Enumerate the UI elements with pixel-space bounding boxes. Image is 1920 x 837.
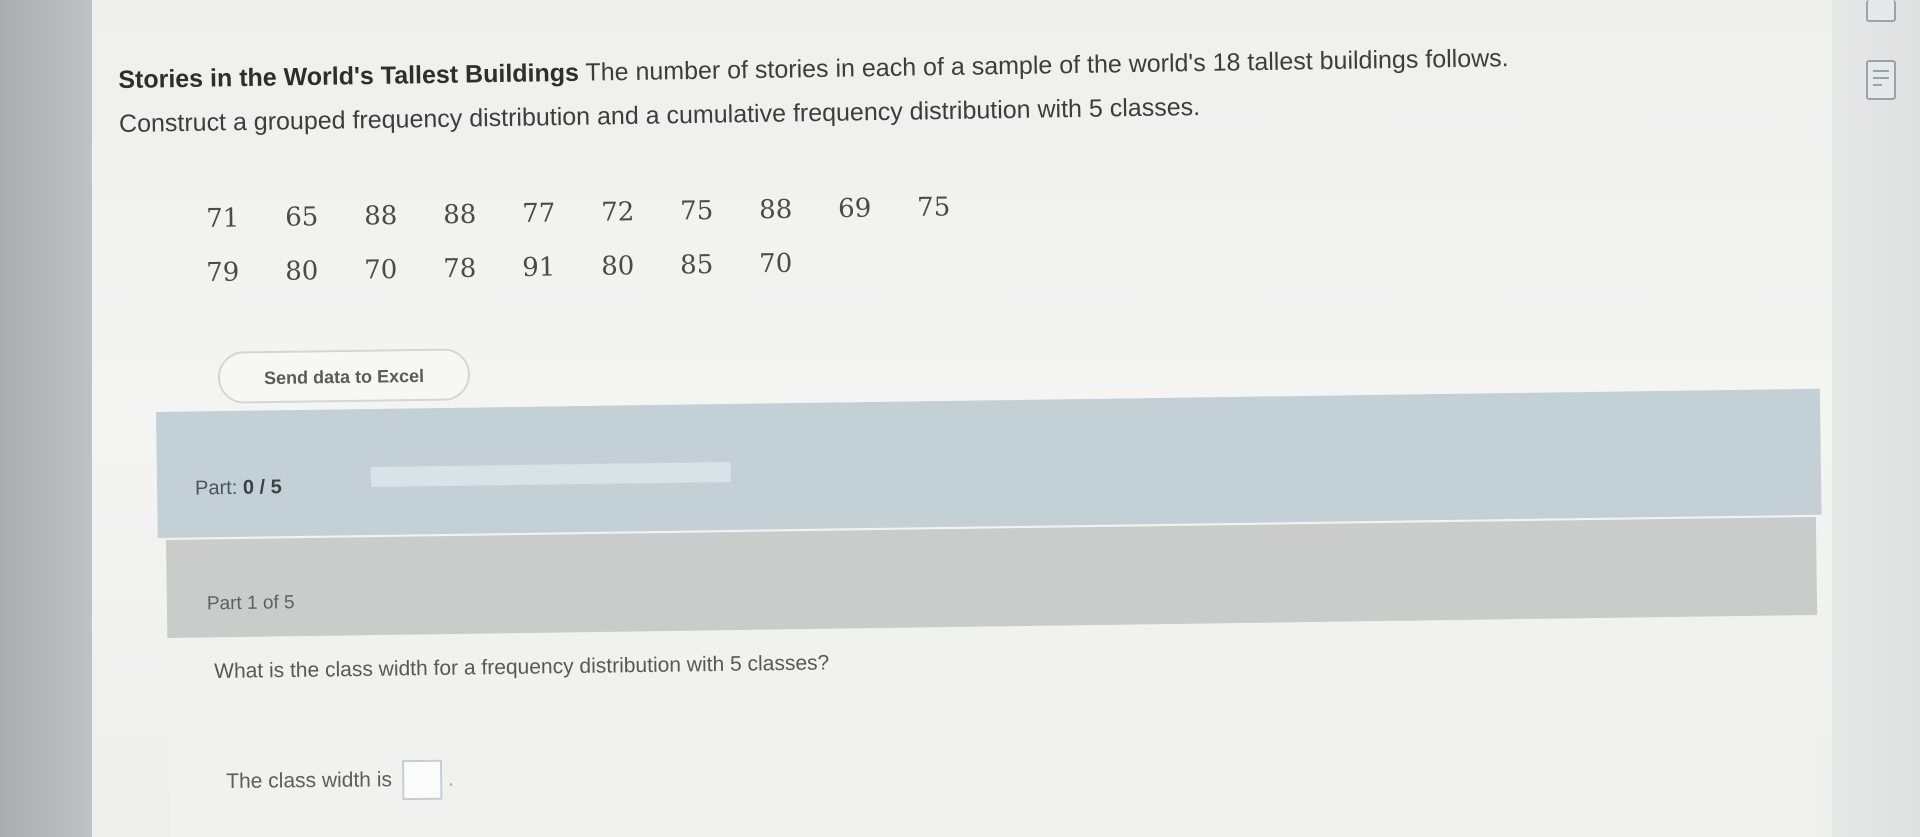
data-value: 72 [600, 197, 635, 228]
data-value: 91 [521, 252, 556, 284]
data-value: 69 [837, 193, 872, 225]
data-value: 77 [521, 198, 556, 230]
video-icon[interactable] [1866, 0, 1896, 22]
answer-suffix: . [447, 767, 454, 791]
data-value: 79 [206, 257, 240, 288]
answer-line: The class width is . [226, 759, 454, 802]
problem-instruction: Construct a grouped frequency distributi… [118, 93, 1201, 138]
send-to-excel-button[interactable]: Send data to Excel [217, 348, 471, 404]
right-rail [1832, 0, 1920, 837]
progress-label: Part: 0 / 5 [195, 476, 282, 500]
data-value: 65 [284, 202, 319, 233]
data-value: 75 [916, 192, 951, 223]
screen: Stories in the World's Tallest Buildings… [0, 0, 1920, 837]
progress-count: 0 / 5 [242, 476, 282, 499]
data-value: 80 [600, 251, 635, 282]
data-value: 88 [442, 199, 477, 231]
class-width-input[interactable] [401, 759, 443, 801]
progress-bar-section: Part: 0 / 5 [156, 388, 1822, 538]
data-value: 88 [758, 194, 793, 226]
data-value: 75 [679, 196, 714, 227]
progress-prefix: Part: [194, 476, 238, 500]
data-value: 70 [363, 254, 398, 286]
data-value: 80 [284, 256, 319, 287]
data-value: 71 [206, 203, 240, 234]
left-gutter [0, 0, 92, 837]
data-value: 78 [442, 253, 477, 285]
problem-title: Stories in the World's Tallest Buildings [118, 58, 580, 94]
part-header-label: Part 1 of 5 [206, 592, 295, 615]
data-value: 85 [679, 250, 714, 281]
data-value: 88 [363, 200, 398, 232]
problem-intro: The number of stories in each of a sampl… [578, 44, 1509, 87]
data-value: 70 [758, 248, 793, 280]
progress-track [370, 461, 732, 488]
worksheet-icon[interactable] [1866, 60, 1896, 100]
answer-prompt: The class width is [226, 768, 393, 793]
